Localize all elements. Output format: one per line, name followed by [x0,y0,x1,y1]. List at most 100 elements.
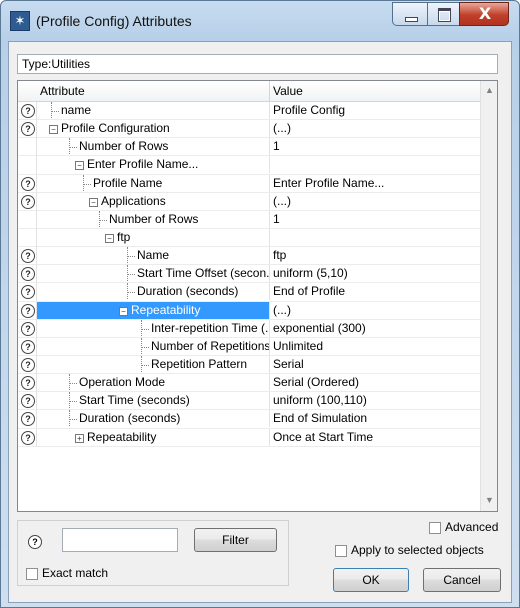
attribute-value[interactable]: exponential (300) [270,320,481,337]
tree-connector [127,283,128,301]
attribute-cell[interactable]: Inter-repetition Time (... [37,319,270,337]
attribute-row[interactable]: ? Name ftp [18,247,481,266]
attribute-cell[interactable]: − Profile Configuration [37,120,270,138]
attribute-value[interactable]: Serial (Ordered) [270,374,481,391]
attribute-value[interactable]: Unlimited [270,338,481,355]
help-icon[interactable]: ? [21,376,35,391]
help-icon[interactable]: ? [21,430,35,445]
help-icon[interactable]: ? [21,104,35,118]
column-header-attribute[interactable]: Attribute [40,84,85,98]
collapse-icon[interactable]: − [119,306,128,316]
attribute-value[interactable]: Enter Profile Name... [270,175,481,192]
help-icon[interactable]: ? [21,357,35,372]
exact-match-checkbox[interactable] [26,568,38,580]
help-icon[interactable]: ? [21,394,35,409]
help-icon[interactable]: ? [21,122,35,137]
attribute-row[interactable]: ? − Profile Configuration (...) [18,120,481,139]
help-icon[interactable]: ? [21,267,35,282]
attribute-cell[interactable]: − Enter Profile Name... [37,156,270,174]
attribute-row[interactable]: ? − Repeatability (...) [18,301,481,320]
attribute-value[interactable]: (...) [270,193,481,210]
help-icon[interactable]: ? [21,194,35,209]
attribute-cell[interactable]: Start Time Offset (secon... [37,265,270,283]
attribute-row[interactable]: Number of Rows 1 [18,210,481,229]
attribute-value[interactable]: Profile Config [270,102,481,119]
advanced-checkbox[interactable] [429,522,441,534]
attribute-row[interactable]: ? name Profile Config [18,102,481,121]
attribute-cell[interactable]: + Repeatability [37,428,270,446]
attribute-cell[interactable]: name [37,102,270,119]
attribute-row[interactable]: ? Start Time Offset (secon... uniform (5,1… [18,265,481,284]
attribute-grid[interactable]: Attribute Value ? name Profile Config? − Pro… [17,80,498,512]
help-icon[interactable]: ? [21,412,35,427]
help-icon[interactable]: ? [21,285,35,300]
attribute-cell[interactable]: Operation Mode [37,374,270,392]
attribute-row[interactable]: ? Start Time (seconds) uniform (100,110) [18,392,481,411]
attribute-row[interactable]: ? + Repeatability Once at Start Time [18,428,481,447]
attribute-label: Duration (seconds) [137,284,239,299]
attribute-row[interactable]: ? Repetition Pattern Serial [18,355,481,375]
attribute-value[interactable]: 1 [270,211,481,228]
help-icon[interactable]: ? [21,321,35,336]
collapse-icon[interactable]: − [89,197,98,207]
attribute-row[interactable]: ? Duration (seconds) End of Profile [18,283,481,302]
attribute-value[interactable]: uniform (100,110) [270,392,481,409]
attribute-value[interactable]: uniform (5,10) [270,265,481,282]
attribute-cell[interactable]: − Repeatability [37,301,270,319]
attribute-row[interactable]: ? Duration (seconds) End of Simulation [18,410,481,429]
attribute-cell[interactable]: Start Time (seconds) [37,392,270,410]
filter-button[interactable]: Filter [194,528,277,552]
attribute-row[interactable]: − Enter Profile Name... [18,156,481,175]
help-icon[interactable]: ? [21,249,35,264]
attribute-row[interactable]: ? Operation Mode Serial (Ordered) [18,374,481,393]
attribute-cell[interactable]: Number of Rows [37,138,270,156]
attribute-value[interactable]: End of Profile [270,283,481,300]
maximize-button[interactable] [427,2,460,26]
help-icon[interactable]: ? [28,535,42,549]
attribute-cell[interactable]: − ftp [37,228,270,246]
ok-button[interactable]: OK [333,568,409,592]
close-button[interactable]: X [459,2,509,26]
minimize-button[interactable] [392,2,428,26]
attribute-row[interactable]: ? Inter-repetition Time (... exponential (… [18,319,481,338]
scroll-up-icon[interactable]: ▲ [485,85,494,95]
help-icon[interactable]: ? [21,339,35,354]
vertical-scrollbar[interactable]: ▲ ▼ [480,81,497,511]
help-icon[interactable]: ? [21,303,35,318]
attribute-value[interactable]: Serial [270,356,481,373]
filter-input[interactable] [62,528,178,552]
help-icon[interactable]: ? [21,176,35,191]
column-header-value[interactable]: Value [273,84,303,98]
expand-icon[interactable]: + [75,433,84,443]
attribute-value[interactable]: Once at Start Time [270,429,481,446]
attribute-row[interactable]: Number of Rows 1 [18,138,481,157]
apply-selected-checkbox[interactable] [335,545,347,557]
attribute-cell[interactable]: Duration (seconds) [37,410,270,428]
attribute-value[interactable]: End of Simulation [270,410,481,427]
title-bar[interactable]: ✶ (Profile Config) Attributes X [1,1,519,41]
attribute-value[interactable]: (...) [270,120,481,137]
attribute-cell[interactable]: Name [37,247,270,265]
scroll-down-icon[interactable]: ▼ [485,495,494,505]
attribute-row[interactable]: ? Number of Repetitions Unlimited [18,337,481,356]
column-separator[interactable] [269,81,270,101]
attribute-cell[interactable]: Duration (seconds) [37,283,270,301]
tree-connector [141,364,149,366]
attribute-value[interactable] [270,229,481,246]
attribute-cell[interactable]: − Applications [37,192,270,210]
attribute-cell[interactable]: Repetition Pattern [37,355,270,373]
collapse-icon[interactable]: − [105,233,114,243]
attribute-row[interactable]: ? Profile Name Enter Profile Name... [18,174,481,193]
attribute-row[interactable]: ? − Applications (...) [18,192,481,211]
attribute-value[interactable]: ftp [270,247,481,264]
attribute-value[interactable]: (...) [270,302,481,319]
attribute-cell[interactable]: Number of Rows [37,210,270,228]
collapse-icon[interactable]: − [49,125,58,135]
attribute-cell[interactable]: Profile Name [37,174,270,192]
attribute-value[interactable] [270,156,481,173]
attribute-value[interactable]: 1 [270,138,481,155]
attribute-cell[interactable]: Number of Repetitions [37,337,270,355]
attribute-row[interactable]: − ftp [18,228,481,248]
collapse-icon[interactable]: − [75,161,84,171]
cancel-button[interactable]: Cancel [423,568,501,592]
